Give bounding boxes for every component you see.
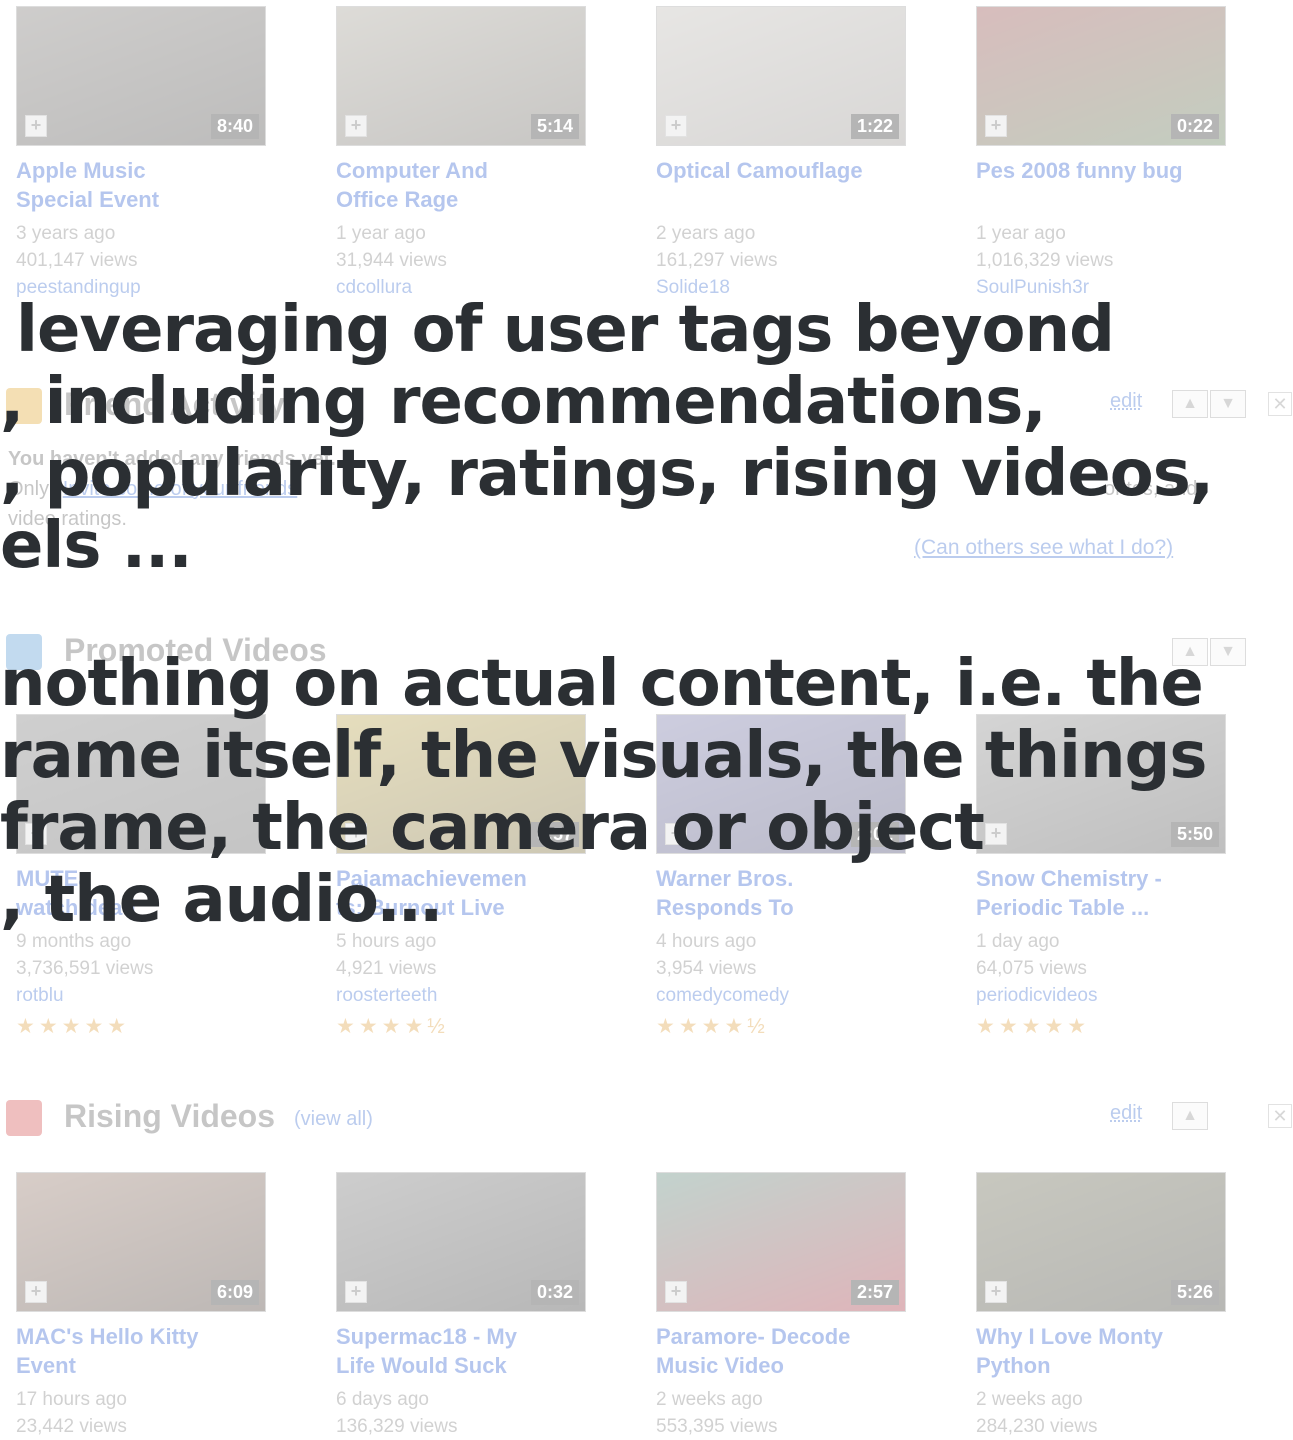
- overlay-line-8: , the audio…: [0, 863, 442, 937]
- overlay-line-1: leveraging of user tags beyond: [16, 293, 1115, 367]
- overlay-line-5: nothing on actual content, i.e. the: [0, 647, 1204, 721]
- overlay-line-2: , including recommendations,: [0, 365, 1047, 439]
- slide-overlay-text: leveraging of user tags beyond , includi…: [0, 0, 1293, 1439]
- overlay-line-6: rame itself, the visuals, the things: [0, 719, 1207, 793]
- overlay-line-3: , popularity, ratings, rising videos,: [0, 437, 1214, 511]
- overlay-line-7: frame, the camera or object: [0, 791, 985, 865]
- overlay-line-4: els ...: [0, 509, 193, 583]
